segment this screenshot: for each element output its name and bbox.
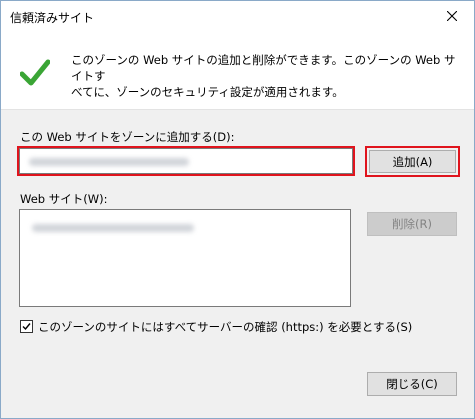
add-site-label: この Web サイトをゾーンに追加する(D): xyxy=(20,130,235,144)
info-text-line-2: べてに、ゾーンのセキュリティ設定が適用されます。 xyxy=(71,85,344,99)
close-icon xyxy=(447,11,457,21)
blurred-list-item xyxy=(32,224,194,232)
websites-list[interactable] xyxy=(19,209,351,307)
info-text-line-1: このゾーンの Web サイトの追加と削除ができます。このゾーンの Web サイト… xyxy=(71,53,456,83)
trusted-sites-dialog: 信頼済みサイト このゾーンの Web サイトの追加と削除ができます。このゾーンの… xyxy=(0,0,475,419)
info-panel: このゾーンの Web サイトの追加と削除ができます。このゾーンの Web サイト… xyxy=(1,33,474,109)
remove-button[interactable]: 削除(R) xyxy=(367,212,457,236)
https-checkbox[interactable] xyxy=(20,320,33,333)
close-window-button[interactable] xyxy=(430,1,474,31)
check-mark-icon xyxy=(22,323,31,331)
divider xyxy=(1,109,474,110)
close-button[interactable]: 閉じる(C) xyxy=(367,372,457,396)
window-title: 信頼済みサイト xyxy=(10,11,95,25)
add-button-highlight xyxy=(365,146,460,177)
add-site-input-highlight xyxy=(17,146,355,176)
websites-label: Web サイト(W): xyxy=(20,192,108,206)
info-text: このゾーンの Web サイトの追加と削除ができます。このゾーンの Web サイト… xyxy=(71,52,463,100)
title-bar: 信頼済みサイト xyxy=(1,1,474,33)
https-option-label[interactable]: このゾーンのサイトにはすべてサーバーの確認 (https:) を必要とする(S) xyxy=(38,319,412,335)
checkmark-icon xyxy=(20,59,50,86)
